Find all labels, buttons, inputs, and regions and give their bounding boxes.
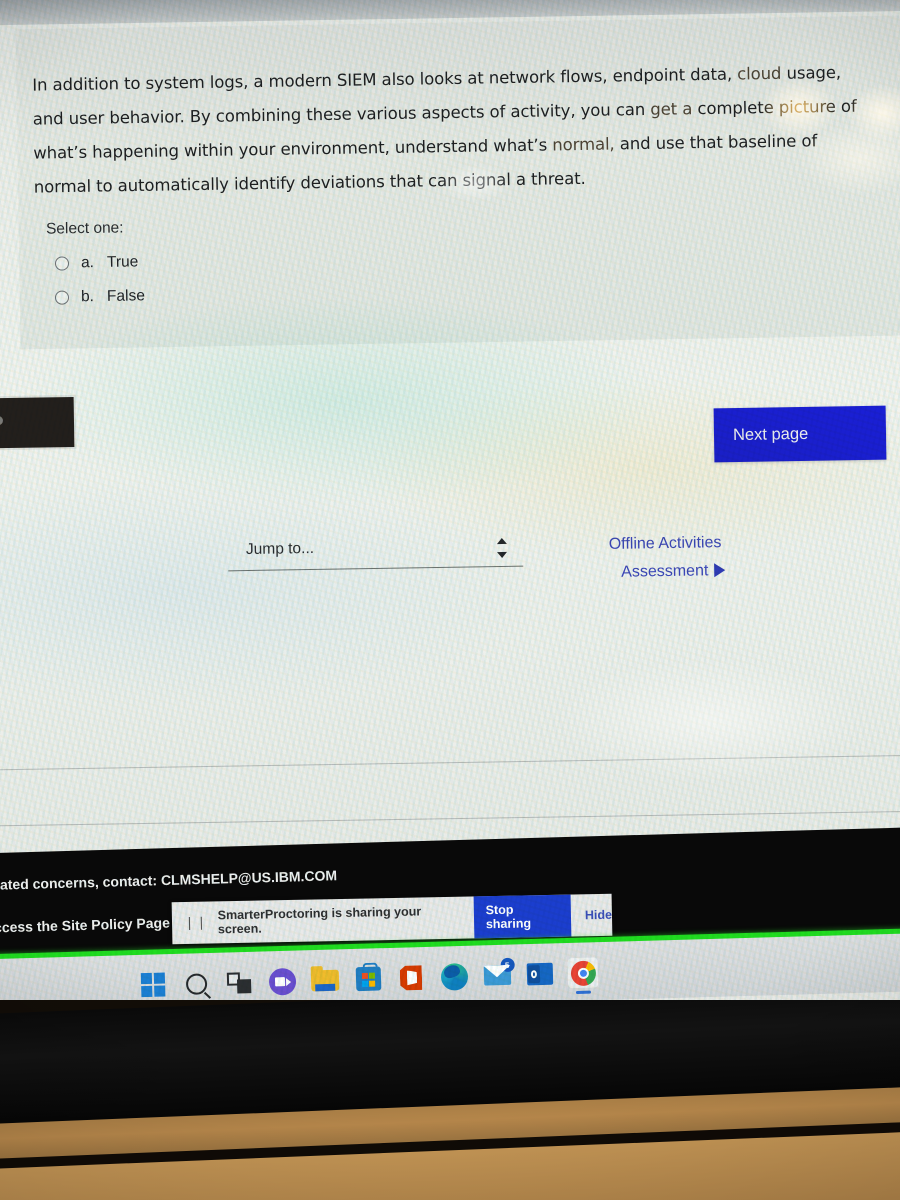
next-activity-line1: Offline Activities — [608, 534, 722, 553]
option-label-a: True — [106, 253, 139, 271]
question-text-seg1-fade: cloud — [737, 63, 782, 84]
outlook-icon — [526, 962, 554, 986]
taskbar-item-task-view[interactable] — [224, 967, 255, 998]
play-triangle-icon — [714, 563, 726, 578]
radio-icon-b[interactable] — [54, 290, 70, 305]
proctor-video-panel[interactable] — [0, 396, 75, 450]
stop-sharing-button[interactable]: Stop sharing — [473, 894, 572, 939]
taskbar-item-edge[interactable] — [439, 961, 470, 992]
option-label-b: False — [106, 287, 146, 305]
share-message: SmarterProctoring is sharing your screen… — [217, 904, 422, 937]
question-text-seg1: In addition to system logs, a modern SIE… — [32, 64, 738, 95]
answer-option-b[interactable]: b. False — [54, 287, 146, 306]
screen-share-notification: ❘❘ SmarterProctoring is sharing your scr… — [171, 893, 613, 945]
radio-icon-a[interactable] — [54, 256, 70, 271]
taskbar-item-chat[interactable] — [267, 966, 298, 997]
question-text-seg2-fade: get a — [650, 99, 693, 119]
start-icon — [140, 972, 166, 998]
taskbar-item-microsoft-store[interactable] — [353, 963, 384, 994]
mail-badge: 5 — [499, 957, 515, 973]
file-explorer-icon — [310, 969, 340, 991]
screen-area: In addition to system logs, a modern SIE… — [0, 0, 900, 1000]
next-activity-line2-wrap: Assessment — [621, 557, 726, 587]
updown-arrows-icon[interactable] — [496, 537, 508, 559]
office-icon — [400, 965, 423, 991]
select-one-label: Select one: — [45, 219, 124, 238]
search-icon — [185, 972, 207, 995]
taskbar-item-office[interactable] — [396, 962, 427, 993]
chrome-icon — [570, 959, 596, 986]
next-page-label: Next page — [732, 424, 809, 444]
pause-icon[interactable]: ❘❘ — [184, 915, 208, 931]
microsoft-store-icon — [355, 966, 381, 992]
task-view-icon — [226, 971, 252, 994]
question-text-seg3-fade: normal, — [552, 134, 615, 155]
taskbar-item-chrome[interactable] — [567, 957, 599, 995]
answer-option-a[interactable]: a. True — [54, 253, 139, 272]
mail-icon: 5 — [483, 957, 515, 986]
next-activity-line2: Assessment — [621, 562, 709, 581]
next-page-button[interactable]: Next page — [713, 405, 887, 463]
taskbar-item-file-explorer[interactable] — [310, 965, 341, 996]
option-letter-b: b. — [80, 288, 95, 306]
chat-icon — [268, 967, 296, 996]
taskbar-item-mail[interactable]: 5 — [482, 957, 515, 991]
taskbar-item-start[interactable] — [138, 969, 169, 1000]
option-letter-a: a. — [80, 254, 95, 272]
taskbar-item-search[interactable] — [181, 968, 212, 999]
jump-to-value: Jump to... — [245, 539, 315, 559]
jump-to-select[interactable]: Jump to... — [227, 529, 524, 572]
laptop-screen-photo: In addition to system logs, a modern SIE… — [0, 0, 900, 1200]
taskbar-item-outlook[interactable] — [525, 959, 556, 990]
edge-icon — [440, 962, 468, 991]
question-text: In addition to system logs, a modern SIE… — [32, 55, 874, 204]
active-app-indicator — [575, 990, 592, 995]
hide-button[interactable]: Hide — [585, 908, 612, 923]
next-activity-link[interactable]: Offline Activities Assessment — [609, 529, 726, 587]
